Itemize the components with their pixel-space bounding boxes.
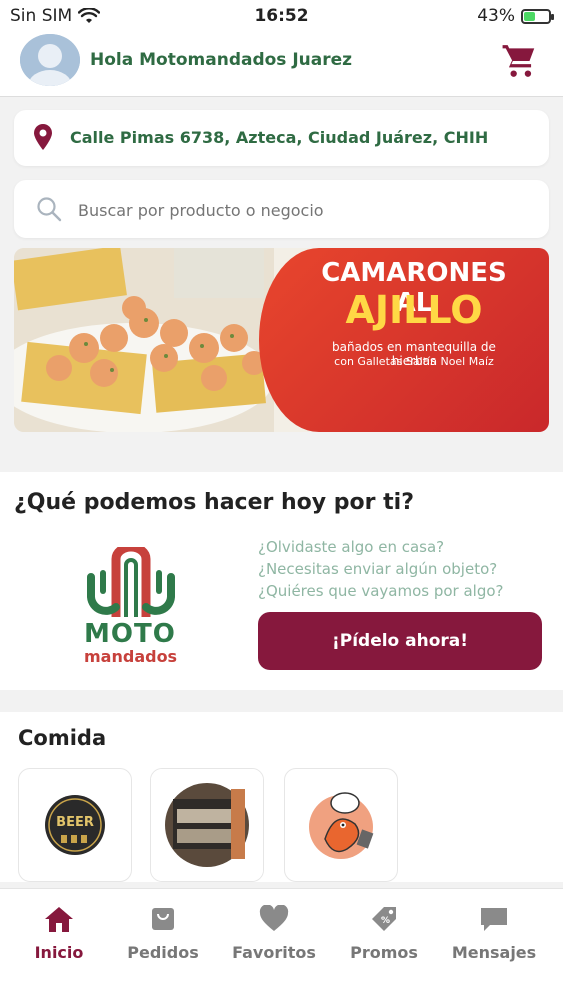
tab-favoritos[interactable]: Favoritos [218, 904, 330, 962]
chat-icon [481, 908, 507, 931]
search-icon [37, 197, 62, 222]
home-icon [45, 907, 73, 932]
question-3: ¿Quiéres que vayamos por algo? [258, 582, 504, 600]
question-2: ¿Necesitas enviar algún objeto? [258, 560, 498, 578]
user-silhouette-icon [20, 34, 80, 86]
service-heading: ¿Qué podemos hacer hoy por ti? [14, 490, 414, 515]
address-card[interactable]: Calle Pimas 6738, Azteca, Ciudad Juárez,… [14, 110, 549, 166]
tag-icon: % [372, 907, 396, 931]
battery-percent: 43% [477, 6, 515, 26]
cart-icon[interactable] [501, 42, 539, 80]
bag-icon [152, 908, 174, 930]
food-section: Comida BEER [0, 712, 563, 882]
battery-icon [521, 8, 554, 24]
tab-label-inicio: Inicio [34, 943, 84, 962]
store-photo [151, 769, 263, 881]
motomandados-logo: MOTO mandados [66, 542, 196, 667]
food-heading: Comida [18, 726, 107, 750]
greeting-text: Hola Motomandados Juarez [90, 50, 353, 70]
avatar[interactable] [20, 34, 80, 86]
tab-pedidos[interactable]: Pedidos [107, 905, 219, 962]
status-bar: Sin SIM 16:52 43% [0, 0, 563, 32]
app-header: Hola Motomandados Juarez [0, 32, 563, 97]
bottom-tab-bar: Inicio Pedidos Favoritos % Promos Mensaj… [0, 888, 563, 1001]
tab-promos[interactable]: % Promos [328, 905, 440, 962]
shrimp-chef-logo [309, 792, 374, 859]
tab-inicio[interactable]: Inicio [3, 905, 115, 962]
svg-text:%: % [381, 916, 390, 926]
search-bar[interactable] [14, 180, 549, 238]
location-pin-icon [34, 124, 52, 150]
search-input[interactable] [76, 192, 520, 228]
service-section: ¿Qué podemos hacer hoy por ti? MOTO mand… [0, 472, 563, 690]
promo-banner[interactable]: CAMARONES AL AJILLO bañados en mantequil… [14, 248, 549, 432]
logo-text-mandados: mandados [84, 647, 178, 666]
address-text: Calle Pimas 6738, Azteca, Ciudad Juárez,… [70, 128, 489, 147]
restaurant-tile-beer[interactable]: BEER [18, 768, 132, 882]
tab-label-promos: Promos [350, 943, 418, 962]
order-now-button[interactable]: ¡Pídelo ahora! [258, 612, 542, 670]
status-right: 43% [477, 6, 554, 26]
banner-subtitle2: con Galletas Saltín Noel Maíz [334, 355, 494, 368]
beer-logo-text: BEER [56, 815, 94, 830]
banner-food-image [14, 248, 274, 432]
heart-icon [259, 904, 289, 931]
restaurant-tile-store[interactable] [150, 768, 264, 882]
restaurant-tile-shrimp[interactable] [284, 768, 398, 882]
banner-title-line2: AJILLO [345, 288, 483, 332]
question-1: ¿Olvidaste algo en casa? [258, 538, 445, 556]
logo-text-moto: MOTO [84, 619, 176, 649]
tab-label-favoritos: Favoritos [232, 943, 316, 962]
tab-label-pedidos: Pedidos [127, 943, 199, 962]
tab-label-mensajes: Mensajes [451, 943, 537, 962]
tab-mensajes[interactable]: Mensajes [438, 905, 550, 962]
